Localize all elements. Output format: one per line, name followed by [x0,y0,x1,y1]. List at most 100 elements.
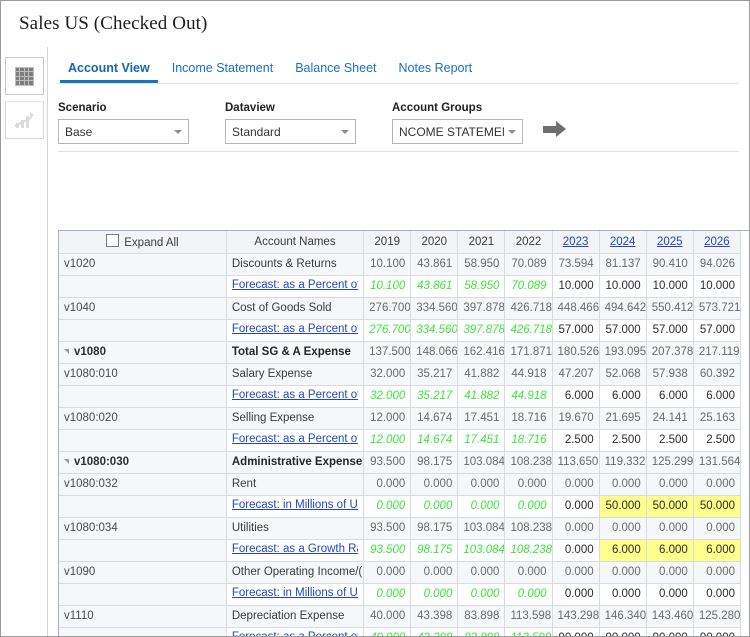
forecast-cell-2019[interactable]: 10.100 [364,275,411,297]
forecast-cell-2023[interactable]: 6.000 [552,385,599,407]
value-cell-2023[interactable]: 143.298 [552,605,599,627]
value-cell-2022[interactable]: 113.598 [505,605,552,627]
value-cell-2026[interactable]: 0.000 [693,517,740,539]
value-cell-2025[interactable]: 125.299 [646,451,693,473]
value-cell-2022[interactable]: 108.238 [505,517,552,539]
forecast-method-link[interactable]: Forecast: as a Percent of S [232,433,358,445]
expand-all-checkbox[interactable] [106,234,119,247]
scenario-select[interactable]: Base [58,119,189,144]
forecast-cell-2026[interactable]: 2.500 [693,429,740,451]
forecast-cell-2026[interactable]: 50.000 [693,495,740,517]
value-cell-2022[interactable]: 0.000 [505,473,552,495]
value-cell-2021[interactable]: 0.000 [458,561,505,583]
value-cell-2023[interactable]: 73.594 [552,253,599,275]
forecast-method-link[interactable]: Forecast: in Millions of US [232,587,358,599]
value-cell-2026[interactable]: 573.721 [693,297,740,319]
forecast-cell-2021[interactable]: 83.898 [458,627,505,637]
year-header-2023[interactable]: 2023 [552,231,599,253]
value-cell-2020[interactable]: 0.000 [411,561,458,583]
forecast-cell-2020[interactable]: 0.000 [411,583,458,605]
forecast-cell-2024[interactable]: 6.000 [599,539,646,561]
value-cell-2020[interactable]: 148.066 [411,341,458,363]
forecast-cell-2019[interactable]: 40.000 [364,627,411,637]
value-cell-2023[interactable]: 113.650 [552,451,599,473]
collapse-triangle-icon[interactable] [64,349,69,354]
forecast-cell-2025[interactable]: 6.000 [646,539,693,561]
value-cell-2024[interactable]: 81.137 [599,253,646,275]
forecast-cell-2022[interactable]: 113.598 [505,627,552,637]
value-cell-2024[interactable]: 146.340 [599,605,646,627]
rail-button-grid-view[interactable] [5,57,44,95]
value-cell-2020[interactable]: 98.175 [411,451,458,473]
forecast-cell-2022[interactable]: 108.238 [505,539,552,561]
value-cell-2026[interactable]: 25.163 [693,407,740,429]
value-cell-2025[interactable]: 0.000 [646,517,693,539]
value-cell-2023[interactable]: 19.670 [552,407,599,429]
value-cell-2019[interactable]: 137.500 [364,341,411,363]
value-cell-2024[interactable]: 193.095 [599,341,646,363]
rail-button-chart-view[interactable] [5,101,44,139]
year-header-2019[interactable]: 2019 [364,231,411,253]
forecast-cell-2022[interactable]: 44.918 [505,385,552,407]
forecast-cell-2025[interactable]: 0.000 [646,583,693,605]
value-cell-2023[interactable]: 47.207 [552,363,599,385]
forecast-cell-2025[interactable]: 50.000 [646,495,693,517]
forecast-cell-2025[interactable]: 10.000 [646,275,693,297]
value-cell-2026[interactable]: 217.119 [693,341,740,363]
forecast-cell-2023[interactable]: 57.000 [552,319,599,341]
value-cell-2022[interactable]: 18.716 [505,407,552,429]
forecast-method-link[interactable]: Forecast: as a Percent of D [232,631,358,637]
forecast-cell-2023[interactable]: 0.000 [552,539,599,561]
forecast-cell-2026[interactable]: 57.000 [693,319,740,341]
value-cell-2022[interactable]: 171.871 [505,341,552,363]
forecast-cell-2020[interactable]: 0.000 [411,495,458,517]
forecast-method-link[interactable]: Forecast: in Millions of US [232,499,358,511]
value-cell-2021[interactable]: 103.084 [458,517,505,539]
value-cell-2022[interactable]: 70.089 [505,253,552,275]
apply-arrow-button[interactable] [543,118,569,140]
forecast-cell-2021[interactable]: 58.950 [458,275,505,297]
forecast-method-cell[interactable]: Forecast: in Millions of US [226,583,363,605]
forecast-cell-2024[interactable]: 0.000 [599,583,646,605]
forecast-cell-2024[interactable]: 6.000 [599,385,646,407]
forecast-cell-2022[interactable]: 426.718 [505,319,552,341]
value-cell-2019[interactable]: 93.500 [364,451,411,473]
forecast-method-cell[interactable]: Forecast: as a Percent of S [226,429,363,451]
value-cell-2020[interactable]: 35.217 [411,363,458,385]
forecast-cell-2024[interactable]: 10.000 [599,275,646,297]
value-cell-2025[interactable]: 143.460 [646,605,693,627]
year-header-2021[interactable]: 2021 [458,231,505,253]
value-cell-2025[interactable]: 207.378 [646,341,693,363]
value-cell-2020[interactable]: 43.398 [411,605,458,627]
forecast-cell-2022[interactable]: 70.089 [505,275,552,297]
value-cell-2019[interactable]: 10.100 [364,253,411,275]
value-cell-2024[interactable]: 119.332 [599,451,646,473]
value-cell-2020[interactable]: 98.175 [411,517,458,539]
value-cell-2020[interactable]: 334.560 [411,297,458,319]
forecast-cell-2022[interactable]: 0.000 [505,495,552,517]
forecast-method-cell[interactable]: Forecast: as a Percent of S [226,385,363,407]
value-cell-2025[interactable]: 0.000 [646,473,693,495]
forecast-cell-2019[interactable]: 276.700 [364,319,411,341]
value-cell-2019[interactable]: 276.700 [364,297,411,319]
forecast-cell-2022[interactable]: 0.000 [505,583,552,605]
forecast-cell-2023[interactable]: 2.500 [552,429,599,451]
forecast-cell-2020[interactable]: 43.398 [411,627,458,637]
tab-account-view[interactable]: Account View [57,61,161,83]
value-cell-2026[interactable]: 131.564 [693,451,740,473]
year-header-2024[interactable]: 2024 [599,231,646,253]
forecast-method-link[interactable]: Forecast: as a Percent of R [232,279,358,291]
value-cell-2023[interactable]: 0.000 [552,561,599,583]
value-cell-2019[interactable]: 93.500 [364,517,411,539]
value-cell-2020[interactable]: 14.674 [411,407,458,429]
value-cell-2026[interactable]: 94.026 [693,253,740,275]
value-cell-2026[interactable]: 125.280 [693,605,740,627]
value-cell-2025[interactable]: 57.938 [646,363,693,385]
forecast-cell-2024[interactable]: 90.000 [599,627,646,637]
dataview-select[interactable]: Standard [225,119,356,144]
forecast-cell-2020[interactable]: 334.560 [411,319,458,341]
value-cell-2022[interactable]: 44.918 [505,363,552,385]
forecast-cell-2019[interactable]: 32.000 [364,385,411,407]
forecast-cell-2026[interactable]: 6.000 [693,385,740,407]
forecast-cell-2021[interactable]: 103.084 [458,539,505,561]
